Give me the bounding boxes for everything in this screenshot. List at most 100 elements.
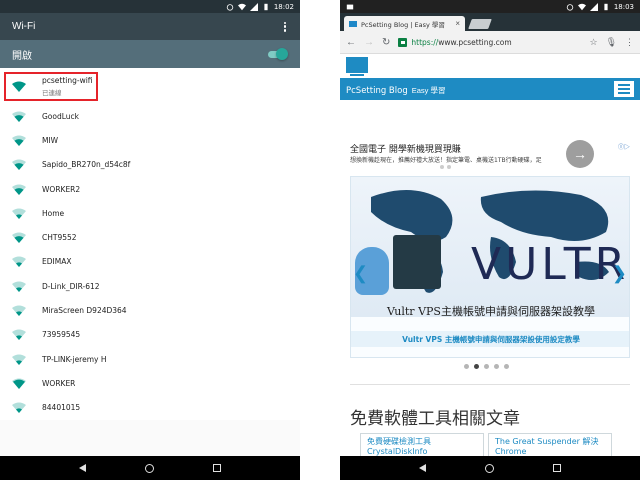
notification-icon [346,4,354,9]
network-name: Home [42,208,65,218]
url-text: https://www.pcsetting.com [411,38,511,47]
microphone-icon[interactable]: 🎙 [606,37,617,48]
new-tab-button[interactable] [468,19,492,29]
banner-link[interactable]: Vultr VPS 主機帳號申請與伺服器架設使用設定教學 [402,334,580,345]
secure-lock-icon [398,37,408,47]
calculator-image [393,235,441,289]
network-item[interactable]: 73959545 [0,323,300,347]
carousel-dot[interactable] [464,364,469,369]
navigation-bar [0,456,300,480]
browser-phone: 18:03 PcSetting Blog | Easy 學習 × ← → ↻ h… [340,0,640,480]
url-field[interactable]: https://www.pcsetting.com [398,34,581,50]
network-name: CHT9552 [42,233,77,243]
site-nav-bar: PcSetting Blog Easy 學習 [340,78,640,100]
status-time: 18:02 [273,2,294,11]
connected-network-status: 已連線 [42,88,62,97]
network-name: WORKER2 [42,184,81,194]
ad-arrow-button[interactable]: → [566,140,594,168]
home-icon[interactable] [144,463,154,473]
hamburger-menu-icon[interactable] [614,81,634,97]
wifi-status-icon [237,3,246,10]
network-name: EDIMAX [42,257,72,267]
network-item[interactable]: GoodLuck [0,104,300,128]
network-name: MIW [42,135,59,145]
network-item[interactable]: MIW [0,128,300,152]
browser-menu-icon[interactable]: ⋮ [625,37,634,48]
network-item[interactable]: EDIMAX [0,250,300,274]
back-arrow-icon[interactable]: ← [346,37,356,48]
network-item[interactable]: Sapido_BR270n_d54c8f [0,153,300,177]
alarm-icon [226,3,234,11]
network-list: pcsetting-wifi 已連線 GoodLuck MIW Sapido_B… [0,68,300,420]
network-name: D-Link_DIR-612 [42,281,100,291]
section-divider [350,384,630,385]
wifi-signal-icon [12,232,26,244]
wifi-signal-icon [12,184,26,195]
back-icon[interactable] [419,464,427,472]
network-name: TP-LINK-jeremy H [42,354,107,364]
network-item[interactable]: Home [0,201,300,225]
wifi-signal-icon [12,111,26,122]
browser-tab[interactable]: PcSetting Blog | Easy 學習 × [344,16,465,31]
forward-arrow-icon[interactable]: → [364,37,374,48]
tab-title: PcSetting Blog | Easy 學習 [361,20,445,29]
network-item-connected[interactable]: pcsetting-wifi 已連線 [0,68,300,104]
reload-icon[interactable]: ↻ [382,37,390,48]
screenshot-stage: 18:02 Wi-Fi 開啟 pcsetting-wifi 已連線 GoodLu… [0,0,640,480]
navigation-bar [340,456,640,480]
network-name: WORKER [42,378,76,388]
carousel-next-icon[interactable]: ❯ [612,263,627,284]
wifi-signal-icon [12,378,26,389]
wifi-signal-icon [12,281,26,292]
wifi-signal-icon [12,135,26,146]
page-title: Wi-Fi [12,21,36,32]
network-item[interactable]: MiraScreen D924D364 [0,298,300,322]
network-item[interactable]: D-Link_DIR-612 [0,274,300,298]
alarm-icon [566,3,574,11]
text-ad[interactable]: 全國電子 開學新機現買現賺 想換新機趁現在，推薦好禮大放送！指定筆電、桌機送1T… [350,138,630,174]
url-scheme: https:// [411,37,439,47]
carousel-dot[interactable] [504,364,509,369]
network-name: GoodLuck [42,111,80,121]
network-item[interactable]: TP-LINK-jeremy H [0,347,300,371]
ad-choices-icon[interactable]: Ⓘ▷ [618,142,630,151]
connected-network-text: pcsetting-wifi 已連線 [42,76,93,97]
recents-icon[interactable] [552,464,561,472]
overflow-menu-icon[interactable] [280,20,290,34]
recents-icon[interactable] [212,464,221,472]
wifi-signal-icon [12,305,26,317]
close-tab-icon[interactable]: × [455,19,460,28]
vultr-banner[interactable]: VULTR ❮ ❯ Vultr VPS主機帳號申請與伺服器架設教學 Vultr … [350,176,630,358]
site-title-group[interactable]: PcSetting Blog Easy 學習 [346,80,446,98]
home-icon[interactable] [484,463,494,473]
vultr-brand-text: VULTR [471,239,630,290]
network-item[interactable]: CHT9552 [0,225,300,249]
network-item[interactable]: WORKER [0,371,300,395]
wifi-settings-phone: 18:02 Wi-Fi 開啟 pcsetting-wifi 已連線 GoodLu… [0,0,300,480]
network-name: 84401015 [42,403,81,413]
site-tagline: Easy 學習 [411,86,446,95]
connected-network-name: pcsetting-wifi [42,75,93,85]
carousel-dot[interactable] [494,364,499,369]
switch-thumb [276,48,288,60]
status-right-group: 18:03 [566,2,634,11]
wifi-signal-icon [12,256,26,268]
wifi-toggle-label: 開啟 [12,50,32,62]
browser-tab-strip: PcSetting Blog | Easy 學習 × [340,13,640,31]
wifi-signal-icon [12,402,26,414]
ad-area: 全國電子 開學新機現買現賺 想換新機趁現在，推薦好禮大放送！指定筆電、桌機送1T… [350,138,630,358]
network-item[interactable]: 84401015 [0,396,300,420]
carousel-prev-icon[interactable]: ❮ [353,263,368,284]
site-logo-icon[interactable] [346,57,368,76]
bookmark-star-icon[interactable]: ☆ [589,37,597,48]
address-bar: ← → ↻ https://www.pcsetting.com ☆ 🎙 ⋮ [340,31,640,54]
signal-icon [589,2,598,11]
back-icon[interactable] [79,464,87,472]
carousel-dot[interactable] [484,364,489,369]
wifi-toggle-switch[interactable] [266,48,288,60]
network-item[interactable]: WORKER2 [0,177,300,201]
wifi-toggle-row[interactable]: 開啟 [0,40,300,68]
carousel-dot-active[interactable] [474,364,479,369]
ad-pager-dots [440,165,451,169]
site-header [340,54,640,78]
